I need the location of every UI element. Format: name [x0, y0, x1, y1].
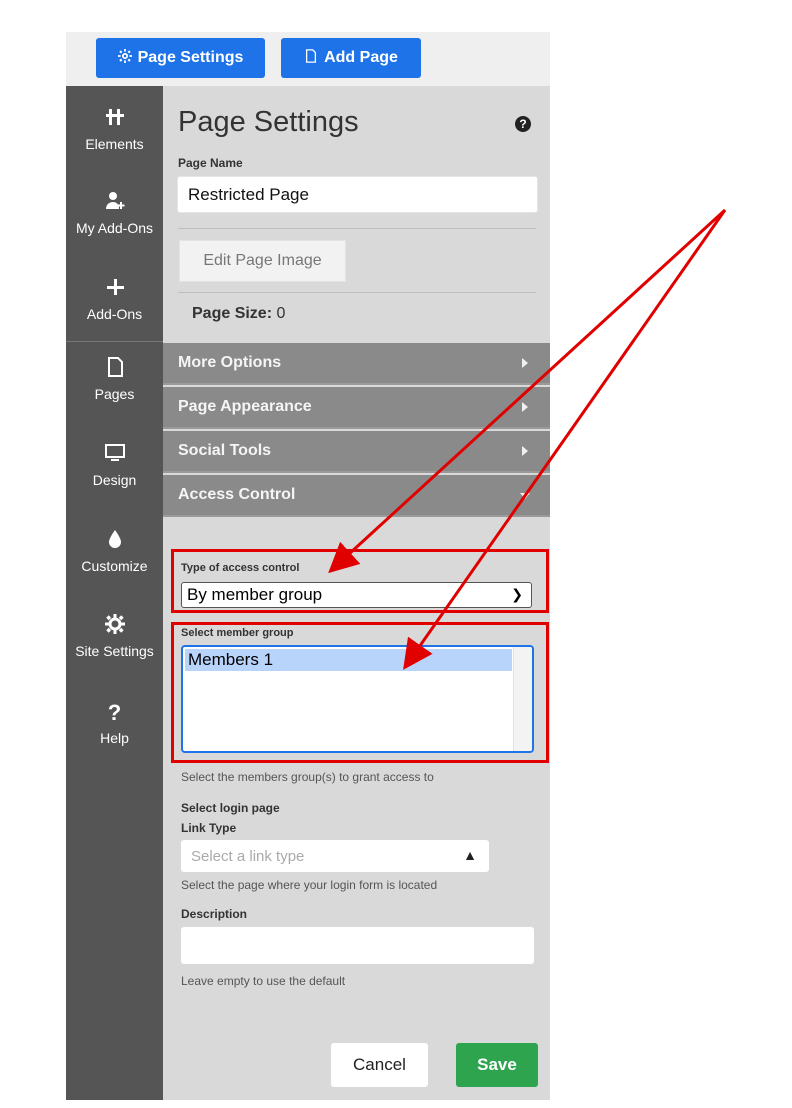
- annotation-arrow: [403, 209, 727, 670]
- annotation-arrows: [328, 208, 727, 670]
- annotation-arrow: [328, 208, 727, 574]
